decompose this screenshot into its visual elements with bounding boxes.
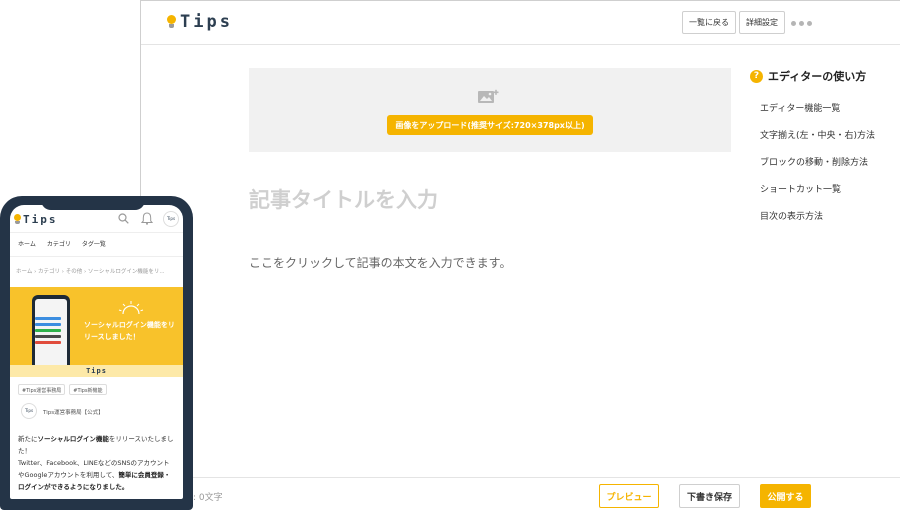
avatar-label: Tips <box>166 216 176 221</box>
body-text: 新たに <box>18 435 38 443</box>
smartphone-illustration <box>32 295 70 365</box>
article-title-input[interactable]: 記事タイトルを入力 <box>249 184 438 214</box>
brand-logo[interactable]: Tips <box>167 12 233 32</box>
nav-home[interactable]: ホーム <box>18 239 36 256</box>
image-add-icon <box>478 89 499 103</box>
editor-window: Tips 一覧に戻る 詳細設定 画像をアップロード(推奨サイズ:720×378p… <box>140 0 900 510</box>
mobile-brand-logo[interactable]: Tips <box>14 213 58 226</box>
search-icon[interactable] <box>118 213 129 224</box>
help-link-shortcuts[interactable]: ショートカット一覧 <box>760 177 900 204</box>
mobile-brand-wordmark: Tips <box>23 213 58 226</box>
help-title: エディターの使い方 <box>768 70 867 83</box>
help-heading: ? エディターの使い方 <box>750 68 900 84</box>
bell-icon[interactable] <box>141 212 153 225</box>
article-banner-image: ソーシャルログイン機能をリリースしました！ <box>10 287 183 365</box>
article-tags: #Tips運営事務局 #Tips新機能 <box>10 377 183 401</box>
detail-settings-button[interactable]: 詳細設定 <box>739 11 785 34</box>
breadcrumb[interactable]: ホーム › カテゴリ › その他 › ソーシャルログイン機能をリ... <box>10 257 183 287</box>
image-upload-area[interactable]: 画像をアップロード(推奨サイズ:720×378px以上) <box>249 68 731 152</box>
help-link-blocks[interactable]: ブロックの移動・削除方法 <box>760 150 900 177</box>
help-link-toc[interactable]: 目次の表示方法 <box>760 204 900 231</box>
sparkle-icon <box>118 301 144 315</box>
author-row[interactable]: Tips Tips運営事務局【公式】 <box>10 401 183 429</box>
help-link-list: エディター機能一覧 文字揃え(左・中央・右)方法 ブロックの移動・削除方法 ショ… <box>750 96 900 231</box>
question-icon: ? <box>750 69 763 83</box>
editor-header: Tips 一覧に戻る 詳細設定 <box>141 1 900 45</box>
phone-notch <box>41 196 145 210</box>
character-count: : 0文字 <box>193 493 223 503</box>
author-avatar-label: Tips <box>24 408 34 413</box>
mobile-screen: Tips Tips ホーム カテゴリ タグ一覧 ホーム › カテゴリ › その他… <box>10 205 183 499</box>
help-link-alignment[interactable]: 文字揃え(左・中央・右)方法 <box>760 123 900 150</box>
banner-brand-strip: Tips <box>10 365 183 377</box>
article-body: 新たにソーシャルログイン機能をリリースいたしました！ Twitter、Faceb… <box>10 429 183 493</box>
author-name: Tips運営事務局【公式】 <box>43 410 104 416</box>
save-draft-button[interactable]: 下書き保存 <box>679 484 740 508</box>
tag-chip[interactable]: #Tips新機能 <box>69 384 107 395</box>
more-options-icon[interactable] <box>791 21 812 26</box>
lightbulb-icon <box>167 15 176 29</box>
lightbulb-icon <box>14 214 21 225</box>
nav-category[interactable]: カテゴリ <box>47 239 71 256</box>
nav-tags[interactable]: タグ一覧 <box>82 239 106 256</box>
banner-headline: ソーシャルログイン機能をリリースしました！ <box>84 321 175 341</box>
upload-image-button[interactable]: 画像をアップロード(推奨サイズ:720×378px以上) <box>387 115 593 135</box>
tag-chip[interactable]: #Tips運営事務局 <box>18 384 66 395</box>
back-to-list-button[interactable]: 一覧に戻る <box>682 11 736 34</box>
body-bold-text: ソーシャルログイン機能 <box>37 435 109 443</box>
publish-button[interactable]: 公開する <box>760 484 811 508</box>
help-link-features[interactable]: エディター機能一覧 <box>760 96 900 123</box>
editor-help-panel: ? エディターの使い方 エディター機能一覧 文字揃え(左・中央・右)方法 ブロッ… <box>750 68 900 231</box>
user-avatar[interactable]: Tips <box>163 211 179 227</box>
brand-wordmark: Tips <box>180 12 233 32</box>
author-avatar: Tips <box>21 403 37 419</box>
editor-footer: : 0文字 プレビュー 下書き保存 公開する <box>141 477 900 511</box>
preview-button[interactable]: プレビュー <box>599 484 659 508</box>
mobile-nav: ホーム カテゴリ タグ一覧 <box>10 233 183 257</box>
article-body-input[interactable]: ここをクリックして記事の本文を入力できます。 <box>249 254 511 271</box>
